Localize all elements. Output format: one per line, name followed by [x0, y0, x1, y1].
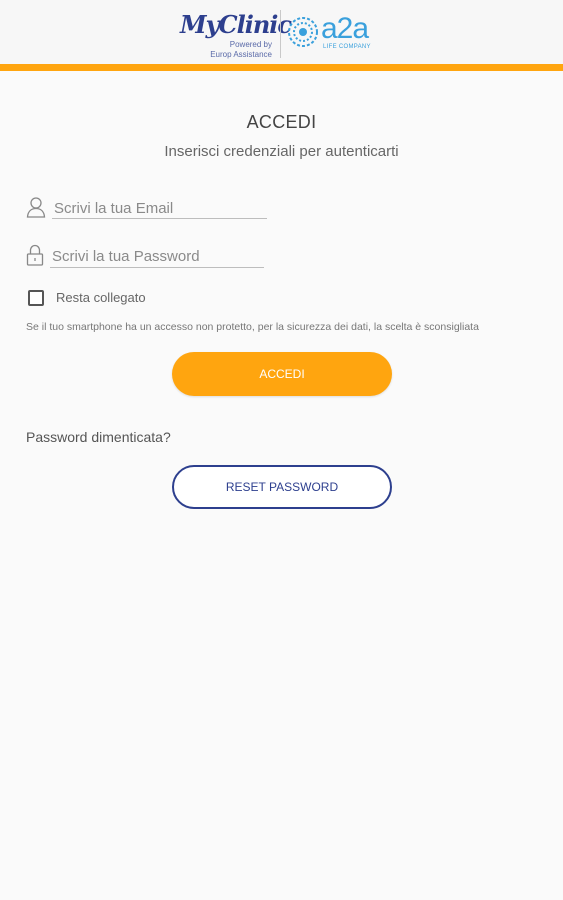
remember-label[interactable]: Resta collegato	[56, 290, 146, 305]
powered-by-text: Powered by	[229, 40, 272, 49]
password-underline	[50, 267, 264, 268]
user-icon	[26, 197, 46, 218]
a2a-logo: a2a LIFE COMPANY	[287, 12, 383, 56]
email-field	[26, 194, 276, 224]
powered-company-text: Europ Assistance	[210, 50, 272, 59]
email-underline	[52, 218, 267, 219]
password-input[interactable]	[52, 246, 264, 266]
security-notice: Se il tuo smartphone ha un accesso non p…	[26, 321, 479, 333]
reset-password-button[interactable]: RESET PASSWORD	[172, 465, 392, 509]
a2a-wordmark: a2a	[321, 12, 369, 45]
password-field	[26, 242, 276, 272]
lock-icon	[26, 244, 44, 266]
forgot-password-text: Password dimenticata?	[26, 429, 171, 445]
page-subtitle: Inserisci credenziali per autenticarti	[164, 143, 399, 160]
myclinic-logo: MyClinic Powered by Europ Assistance	[180, 10, 292, 60]
email-input[interactable]	[54, 198, 266, 218]
app-header: MyClinic Powered by Europ Assistance a2a…	[0, 0, 563, 64]
logo-divider	[280, 10, 281, 58]
remember-checkbox[interactable]	[28, 290, 44, 306]
myclinic-brand: MyClinic	[180, 10, 292, 39]
login-button[interactable]: ACCEDI	[172, 352, 392, 396]
globe-icon	[288, 17, 318, 47]
header-accent-bar	[0, 64, 563, 71]
a2a-tagline: LIFE COMPANY	[323, 44, 371, 50]
page-title: ACCEDI	[246, 112, 317, 132]
